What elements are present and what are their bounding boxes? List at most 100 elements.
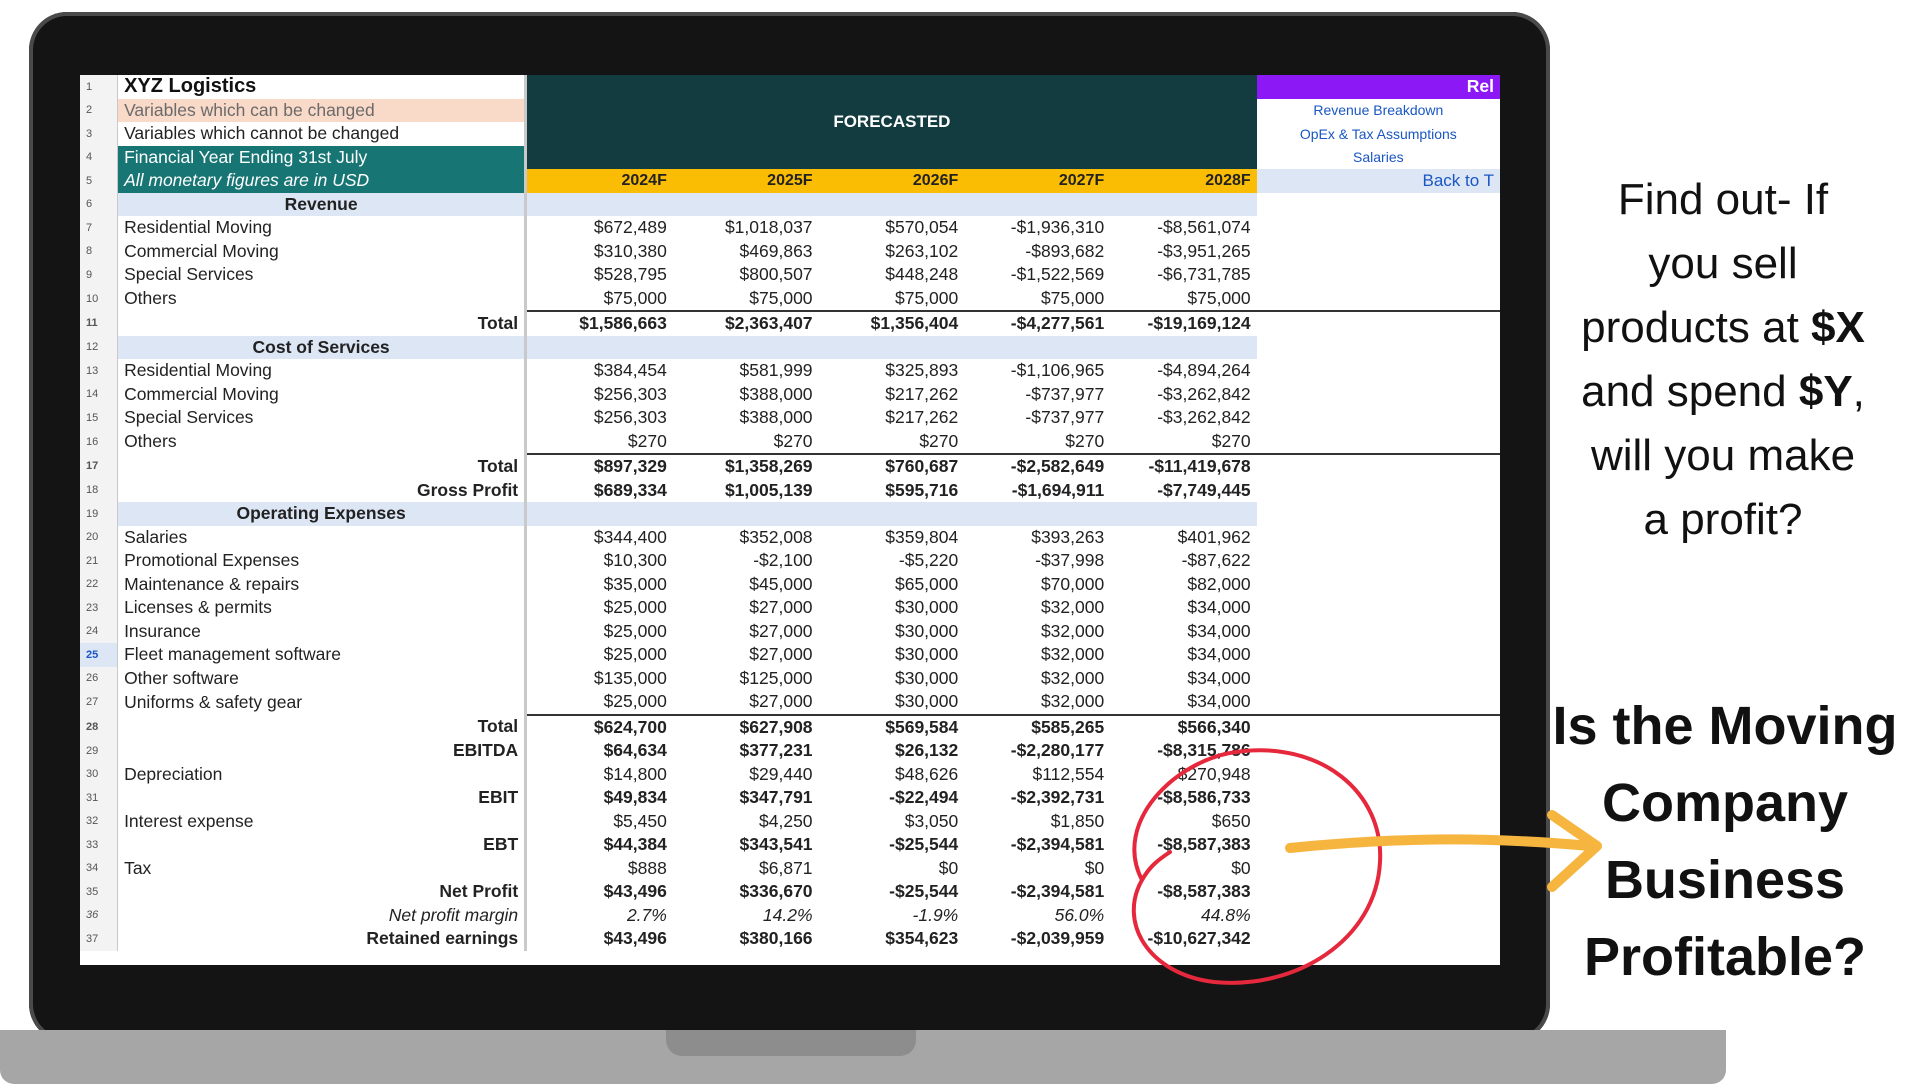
value-cell[interactable] — [672, 335, 819, 359]
row-label-cell[interactable]: Net Profit — [117, 880, 528, 904]
value-cell[interactable]: -$3,262,842 — [1110, 383, 1256, 407]
value-cell[interactable]: -$8,586,733 — [1110, 786, 1256, 810]
row-number[interactable]: 13 — [80, 359, 119, 383]
back-to-top-link[interactable]: Back to T — [1256, 169, 1500, 193]
value-cell[interactable]: $75,000 — [964, 287, 1110, 312]
row-label-cell[interactable]: Uniforms & safety gear — [117, 690, 528, 715]
value-cell[interactable]: $30,000 — [819, 667, 965, 691]
value-cell[interactable]: -$8,561,074 — [1110, 216, 1256, 240]
row-label-cell[interactable]: Other software — [117, 666, 528, 690]
value-cell[interactable]: -$5,220 — [819, 549, 965, 573]
currency-note-cell[interactable]: All monetary figures are in USD — [117, 169, 528, 193]
value-cell[interactable]: $112,554 — [964, 763, 1110, 787]
row-number[interactable]: 9 — [80, 263, 119, 287]
value-cell[interactable]: $49,834 — [526, 786, 673, 810]
value-cell[interactable]: $5,450 — [526, 810, 673, 834]
value-cell[interactable]: -$1,694,911 — [964, 479, 1110, 503]
side-blank-cell[interactable] — [1256, 762, 1500, 786]
value-cell[interactable]: -$8,587,383 — [1110, 880, 1256, 904]
value-cell[interactable]: $45,000 — [673, 573, 819, 597]
value-cell[interactable]: $27,000 — [673, 643, 819, 667]
company-name-cell[interactable]: XYZ Logistics — [117, 75, 528, 99]
value-cell[interactable] — [818, 192, 965, 216]
row-label-cell[interactable]: EBT — [117, 833, 528, 857]
row-label-cell[interactable]: Insurance — [117, 619, 528, 643]
value-cell[interactable]: -$2,394,581 — [964, 880, 1110, 904]
value-cell[interactable]: $30,000 — [819, 690, 965, 715]
row-label-cell[interactable]: EBIT — [117, 786, 528, 810]
value-cell[interactable]: $325,893 — [819, 359, 965, 383]
value-cell[interactable]: $336,670 — [673, 880, 819, 904]
row-number[interactable]: 16 — [80, 429, 119, 454]
value-cell[interactable]: $3,050 — [819, 810, 965, 834]
side-blank-cell[interactable] — [1256, 643, 1500, 667]
side-blank-cell[interactable] — [1256, 713, 1500, 739]
value-cell[interactable] — [964, 502, 1111, 526]
row-number[interactable]: 25 — [80, 643, 119, 667]
row-label-cell[interactable]: Others — [117, 429, 528, 454]
value-cell[interactable]: $217,262 — [819, 406, 965, 430]
row-label-cell[interactable]: Cost of Services — [117, 335, 528, 359]
value-cell[interactable]: $270 — [1110, 430, 1256, 455]
value-cell[interactable]: $32,000 — [964, 643, 1110, 667]
side-blank-cell[interactable] — [1256, 549, 1500, 573]
value-cell[interactable]: $75,000 — [526, 287, 673, 312]
fiscal-year-cell[interactable]: Financial Year Ending 31st July — [117, 145, 528, 169]
value-cell[interactable]: $569,584 — [818, 713, 965, 739]
value-cell[interactable]: $135,000 — [526, 667, 673, 691]
value-cell[interactable]: -$2,394,581 — [964, 833, 1110, 857]
value-cell[interactable]: $270,948 — [1110, 763, 1256, 787]
value-cell[interactable]: -$19,169,124 — [1110, 310, 1257, 336]
year-header-cell[interactable]: 2028F — [1110, 169, 1257, 193]
row-label-cell[interactable]: Special Services — [117, 263, 528, 287]
value-cell[interactable]: $35,000 — [526, 573, 673, 597]
row-number[interactable]: 6 — [80, 192, 119, 216]
side-blank-cell[interactable] — [1256, 263, 1500, 287]
value-cell[interactable]: $27,000 — [673, 690, 819, 715]
value-cell[interactable]: $75,000 — [1110, 287, 1256, 312]
year-header-cell[interactable]: 2026F — [818, 169, 965, 193]
side-blank-cell[interactable] — [1256, 453, 1500, 479]
value-cell[interactable]: $48,626 — [819, 763, 965, 787]
side-blank-cell[interactable] — [1256, 192, 1500, 216]
legend-fixed-cell[interactable]: Variables which cannot be changed — [117, 122, 528, 146]
value-cell[interactable]: $354,623 — [819, 927, 965, 951]
row-label-cell[interactable]: Salaries — [117, 525, 528, 549]
value-cell[interactable]: 56.0% — [964, 904, 1110, 928]
side-blank-cell[interactable] — [1256, 690, 1500, 715]
value-cell[interactable]: -$2,582,649 — [964, 453, 1111, 479]
value-cell[interactable]: $344,400 — [526, 526, 673, 550]
value-cell[interactable]: -$3,262,842 — [1110, 406, 1256, 430]
value-cell[interactable]: -$2,392,731 — [964, 786, 1110, 810]
value-cell[interactable]: $29,440 — [673, 763, 819, 787]
value-cell[interactable]: $401,962 — [1110, 526, 1256, 550]
value-cell[interactable] — [1110, 502, 1257, 526]
value-cell[interactable]: $270 — [526, 430, 673, 455]
value-cell[interactable]: $1,005,139 — [673, 479, 819, 503]
value-cell[interactable]: $32,000 — [964, 620, 1110, 644]
value-cell[interactable]: $256,303 — [526, 383, 673, 407]
value-cell[interactable]: $343,541 — [673, 833, 819, 857]
value-cell[interactable]: $25,000 — [526, 690, 673, 715]
row-number[interactable]: 31 — [80, 786, 119, 810]
value-cell[interactable] — [525, 192, 673, 216]
value-cell[interactable]: $25,000 — [526, 643, 673, 667]
value-cell[interactable]: 2.7% — [526, 904, 673, 928]
side-blank-cell[interactable] — [1256, 359, 1500, 383]
row-number[interactable]: 12 — [80, 335, 119, 359]
row-label-cell[interactable]: Net profit margin — [117, 903, 528, 927]
value-cell[interactable]: $448,248 — [819, 263, 965, 287]
row-number[interactable]: 26 — [80, 666, 119, 690]
row-label-cell[interactable]: Residential Moving — [117, 216, 528, 240]
row-label-cell[interactable]: Special Services — [117, 406, 528, 430]
value-cell[interactable]: $43,496 — [526, 927, 673, 951]
row-label-cell[interactable]: Tax — [117, 856, 528, 880]
row-number[interactable]: 18 — [80, 478, 119, 502]
row-label-cell[interactable]: Others — [117, 286, 528, 311]
value-cell[interactable]: $1,356,404 — [818, 310, 965, 336]
row-label-cell[interactable]: Total — [117, 714, 528, 739]
value-cell[interactable]: $32,000 — [964, 596, 1110, 620]
value-cell[interactable]: $34,000 — [1110, 620, 1256, 644]
row-number[interactable]: 20 — [80, 525, 119, 549]
row-number[interactable]: 32 — [80, 809, 119, 833]
